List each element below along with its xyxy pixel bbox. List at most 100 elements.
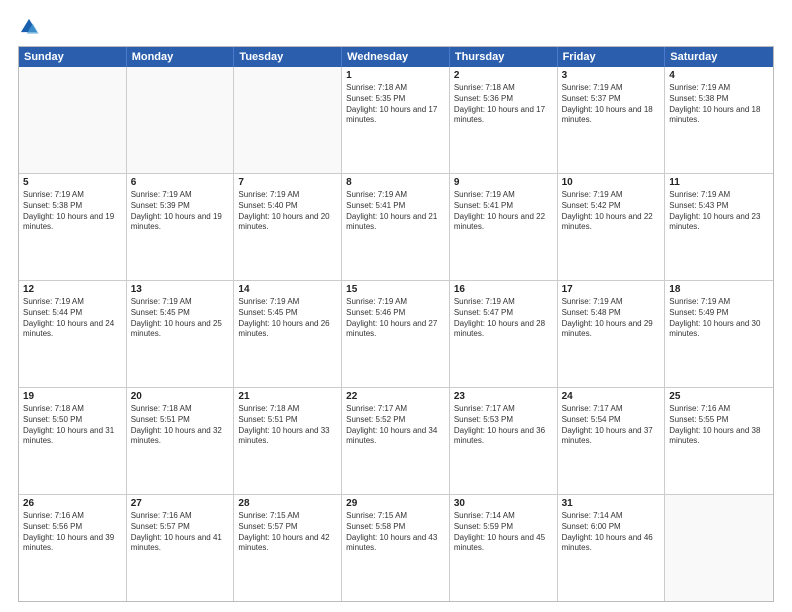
header bbox=[18, 16, 774, 38]
cal-week-1: 1 Sunrise: 7:18 AM Sunset: 5:35 PM Daylig… bbox=[19, 67, 773, 173]
day-number: 16 bbox=[454, 284, 553, 295]
cal-day-14: 14 Sunrise: 7:19 AM Sunset: 5:45 PM Dayli… bbox=[234, 281, 342, 387]
day-number: 1 bbox=[346, 70, 445, 81]
day-number: 30 bbox=[454, 498, 553, 509]
cal-day-3: 3 Sunrise: 7:19 AM Sunset: 5:37 PM Daylig… bbox=[558, 67, 666, 173]
cal-header-monday: Monday bbox=[127, 47, 235, 67]
day-number: 18 bbox=[669, 284, 769, 295]
day-info: Sunrise: 7:17 AM Sunset: 5:53 PM Dayligh… bbox=[454, 404, 553, 447]
day-info: Sunrise: 7:15 AM Sunset: 5:57 PM Dayligh… bbox=[238, 511, 337, 554]
cal-day-2: 2 Sunrise: 7:18 AM Sunset: 5:36 PM Daylig… bbox=[450, 67, 558, 173]
day-info: Sunrise: 7:19 AM Sunset: 5:37 PM Dayligh… bbox=[562, 83, 661, 126]
day-number: 14 bbox=[238, 284, 337, 295]
day-number: 28 bbox=[238, 498, 337, 509]
day-info: Sunrise: 7:14 AM Sunset: 5:59 PM Dayligh… bbox=[454, 511, 553, 554]
cal-week-2: 5 Sunrise: 7:19 AM Sunset: 5:38 PM Daylig… bbox=[19, 173, 773, 280]
day-info: Sunrise: 7:19 AM Sunset: 5:45 PM Dayligh… bbox=[131, 297, 230, 340]
day-info: Sunrise: 7:16 AM Sunset: 5:56 PM Dayligh… bbox=[23, 511, 122, 554]
cal-header-saturday: Saturday bbox=[665, 47, 773, 67]
day-info: Sunrise: 7:17 AM Sunset: 5:54 PM Dayligh… bbox=[562, 404, 661, 447]
cal-day-9: 9 Sunrise: 7:19 AM Sunset: 5:41 PM Daylig… bbox=[450, 174, 558, 280]
cal-empty-cell bbox=[665, 495, 773, 601]
day-info: Sunrise: 7:19 AM Sunset: 5:49 PM Dayligh… bbox=[669, 297, 769, 340]
day-info: Sunrise: 7:15 AM Sunset: 5:58 PM Dayligh… bbox=[346, 511, 445, 554]
cal-empty-cell bbox=[127, 67, 235, 173]
day-info: Sunrise: 7:19 AM Sunset: 5:44 PM Dayligh… bbox=[23, 297, 122, 340]
day-info: Sunrise: 7:17 AM Sunset: 5:52 PM Dayligh… bbox=[346, 404, 445, 447]
day-number: 21 bbox=[238, 391, 337, 402]
day-number: 8 bbox=[346, 177, 445, 188]
cal-day-22: 22 Sunrise: 7:17 AM Sunset: 5:52 PM Dayli… bbox=[342, 388, 450, 494]
day-info: Sunrise: 7:19 AM Sunset: 5:48 PM Dayligh… bbox=[562, 297, 661, 340]
day-number: 12 bbox=[23, 284, 122, 295]
day-info: Sunrise: 7:19 AM Sunset: 5:38 PM Dayligh… bbox=[23, 190, 122, 233]
day-number: 17 bbox=[562, 284, 661, 295]
cal-day-26: 26 Sunrise: 7:16 AM Sunset: 5:56 PM Dayli… bbox=[19, 495, 127, 601]
day-info: Sunrise: 7:19 AM Sunset: 5:47 PM Dayligh… bbox=[454, 297, 553, 340]
day-info: Sunrise: 7:19 AM Sunset: 5:46 PM Dayligh… bbox=[346, 297, 445, 340]
cal-day-19: 19 Sunrise: 7:18 AM Sunset: 5:50 PM Dayli… bbox=[19, 388, 127, 494]
cal-day-13: 13 Sunrise: 7:19 AM Sunset: 5:45 PM Dayli… bbox=[127, 281, 235, 387]
day-number: 5 bbox=[23, 177, 122, 188]
day-info: Sunrise: 7:18 AM Sunset: 5:35 PM Dayligh… bbox=[346, 83, 445, 126]
cal-day-4: 4 Sunrise: 7:19 AM Sunset: 5:38 PM Daylig… bbox=[665, 67, 773, 173]
day-number: 24 bbox=[562, 391, 661, 402]
day-number: 2 bbox=[454, 70, 553, 81]
calendar-body: 1 Sunrise: 7:18 AM Sunset: 5:35 PM Daylig… bbox=[19, 67, 773, 601]
day-info: Sunrise: 7:16 AM Sunset: 5:55 PM Dayligh… bbox=[669, 404, 769, 447]
cal-week-3: 12 Sunrise: 7:19 AM Sunset: 5:44 PM Dayli… bbox=[19, 280, 773, 387]
day-number: 19 bbox=[23, 391, 122, 402]
day-info: Sunrise: 7:19 AM Sunset: 5:39 PM Dayligh… bbox=[131, 190, 230, 233]
day-number: 6 bbox=[131, 177, 230, 188]
cal-day-18: 18 Sunrise: 7:19 AM Sunset: 5:49 PM Dayli… bbox=[665, 281, 773, 387]
day-number: 29 bbox=[346, 498, 445, 509]
day-info: Sunrise: 7:19 AM Sunset: 5:42 PM Dayligh… bbox=[562, 190, 661, 233]
day-number: 9 bbox=[454, 177, 553, 188]
cal-day-7: 7Sunrise: 7:19 AM Sunset: 5:40 PM Daylig… bbox=[234, 174, 342, 280]
cal-day-30: 30 Sunrise: 7:14 AM Sunset: 5:59 PM Dayli… bbox=[450, 495, 558, 601]
cal-day-29: 29 Sunrise: 7:15 AM Sunset: 5:58 PM Dayli… bbox=[342, 495, 450, 601]
cal-day-17: 17 Sunrise: 7:19 AM Sunset: 5:48 PM Dayli… bbox=[558, 281, 666, 387]
day-info: Sunrise: 7:18 AM Sunset: 5:51 PM Dayligh… bbox=[238, 404, 337, 447]
day-number: 20 bbox=[131, 391, 230, 402]
cal-day-27: 27Sunrise: 7:16 AM Sunset: 5:57 PM Dayli… bbox=[127, 495, 235, 601]
day-info: Sunrise: 7:14 AM Sunset: 6:00 PM Dayligh… bbox=[562, 511, 661, 554]
cal-day-20: 20 Sunrise: 7:18 AM Sunset: 5:51 PM Dayli… bbox=[127, 388, 235, 494]
day-info: Sunrise: 7:19 AM Sunset: 5:43 PM Dayligh… bbox=[669, 190, 769, 233]
cal-day-15: 15 Sunrise: 7:19 AM Sunset: 5:46 PM Dayli… bbox=[342, 281, 450, 387]
day-number: 27 bbox=[131, 498, 230, 509]
cal-day-11: 11Sunrise: 7:19 AM Sunset: 5:43 PM Dayli… bbox=[665, 174, 773, 280]
cal-day-12: 12 Sunrise: 7:19 AM Sunset: 5:44 PM Dayli… bbox=[19, 281, 127, 387]
day-info: Sunrise: 7:19 AM Sunset: 5:41 PM Dayligh… bbox=[454, 190, 553, 233]
day-number: 4 bbox=[669, 70, 769, 81]
cal-day-21: 21 Sunrise: 7:18 AM Sunset: 5:51 PM Dayli… bbox=[234, 388, 342, 494]
day-info: Sunrise: 7:18 AM Sunset: 5:36 PM Dayligh… bbox=[454, 83, 553, 126]
cal-week-5: 26 Sunrise: 7:16 AM Sunset: 5:56 PM Dayli… bbox=[19, 494, 773, 601]
day-info: Sunrise: 7:19 AM Sunset: 5:45 PM Dayligh… bbox=[238, 297, 337, 340]
cal-header-friday: Friday bbox=[558, 47, 666, 67]
day-number: 10 bbox=[562, 177, 661, 188]
cal-day-8: 8 Sunrise: 7:19 AM Sunset: 5:41 PM Daylig… bbox=[342, 174, 450, 280]
day-info: Sunrise: 7:19 AM Sunset: 5:41 PM Dayligh… bbox=[346, 190, 445, 233]
cal-day-24: 24 Sunrise: 7:17 AM Sunset: 5:54 PM Dayli… bbox=[558, 388, 666, 494]
cal-day-16: 16 Sunrise: 7:19 AM Sunset: 5:47 PM Dayli… bbox=[450, 281, 558, 387]
cal-header-thursday: Thursday bbox=[450, 47, 558, 67]
cal-empty-cell bbox=[234, 67, 342, 173]
page: SundayMondayTuesdayWednesdayThursdayFrid… bbox=[0, 0, 792, 612]
cal-header-sunday: Sunday bbox=[19, 47, 127, 67]
cal-day-31: 31Sunrise: 7:14 AM Sunset: 6:00 PM Dayli… bbox=[558, 495, 666, 601]
cal-day-1: 1 Sunrise: 7:18 AM Sunset: 5:35 PM Daylig… bbox=[342, 67, 450, 173]
day-info: Sunrise: 7:18 AM Sunset: 5:50 PM Dayligh… bbox=[23, 404, 122, 447]
day-number: 26 bbox=[23, 498, 122, 509]
cal-day-10: 10 Sunrise: 7:19 AM Sunset: 5:42 PM Dayli… bbox=[558, 174, 666, 280]
day-number: 22 bbox=[346, 391, 445, 402]
cal-day-5: 5 Sunrise: 7:19 AM Sunset: 5:38 PM Daylig… bbox=[19, 174, 127, 280]
day-number: 7 bbox=[238, 177, 337, 188]
day-number: 15 bbox=[346, 284, 445, 295]
day-info: Sunrise: 7:19 AM Sunset: 5:38 PM Dayligh… bbox=[669, 83, 769, 126]
cal-day-23: 23Sunrise: 7:17 AM Sunset: 5:53 PM Dayli… bbox=[450, 388, 558, 494]
day-info: Sunrise: 7:18 AM Sunset: 5:51 PM Dayligh… bbox=[131, 404, 230, 447]
day-number: 13 bbox=[131, 284, 230, 295]
cal-header-wednesday: Wednesday bbox=[342, 47, 450, 67]
day-number: 3 bbox=[562, 70, 661, 81]
